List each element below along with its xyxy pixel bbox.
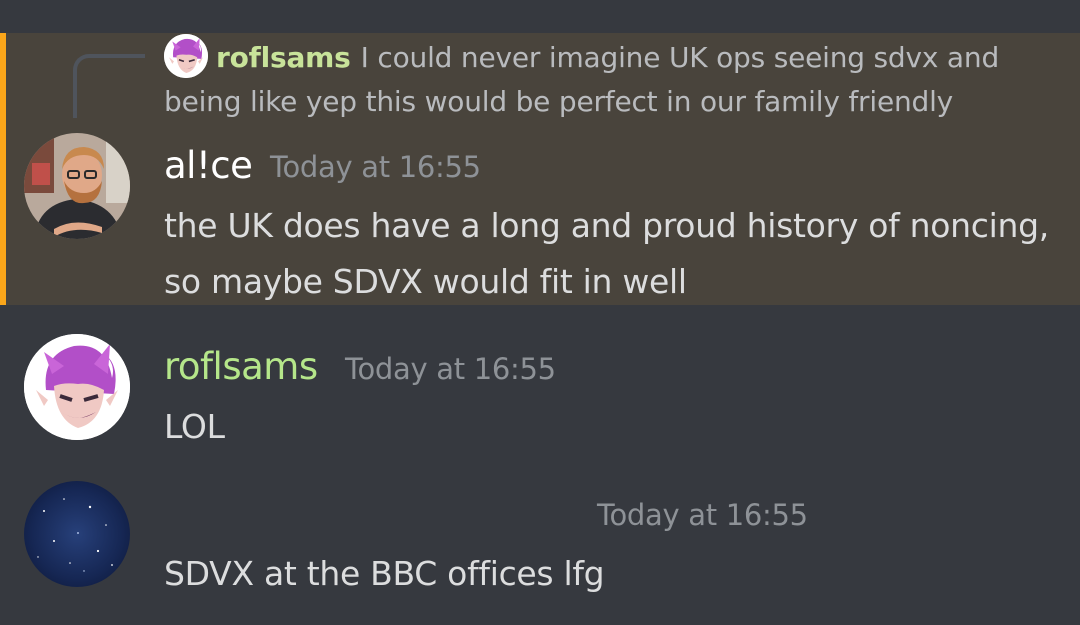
alice-avatar[interactable]	[24, 133, 130, 239]
starry-night-sky-icon	[24, 481, 130, 587]
message-line: so maybe SDVX would fit in well	[164, 262, 687, 301]
reply-preview[interactable]: roflsams I could never imagine UK ops see…	[164, 36, 1044, 124]
reply-spine	[73, 54, 145, 118]
message-line: LOL	[164, 407, 225, 446]
starry-avatar[interactable]	[24, 481, 130, 587]
message-line: SDVX at the BBC offices lfg	[164, 554, 605, 593]
message-timestamp[interactable]: Today at 16:55	[597, 491, 808, 539]
roflsams-avatar[interactable]	[24, 334, 130, 440]
message-line: the UK does have a long and proud histor…	[164, 206, 1049, 245]
message-author[interactable]: roflsams	[164, 343, 318, 391]
message-timestamp[interactable]: Today at 16:55	[345, 345, 556, 393]
message-author[interactable]: al!ce	[164, 142, 253, 190]
mention-bar	[0, 33, 6, 305]
message-list: roflsams I could never imagine UK ops see…	[0, 0, 1080, 625]
message-timestamp[interactable]: Today at 16:55	[270, 143, 481, 191]
purple-haired-character-icon	[24, 334, 130, 440]
reply-author[interactable]: roflsams	[216, 41, 351, 74]
bearded-man-photo-icon	[24, 133, 130, 239]
